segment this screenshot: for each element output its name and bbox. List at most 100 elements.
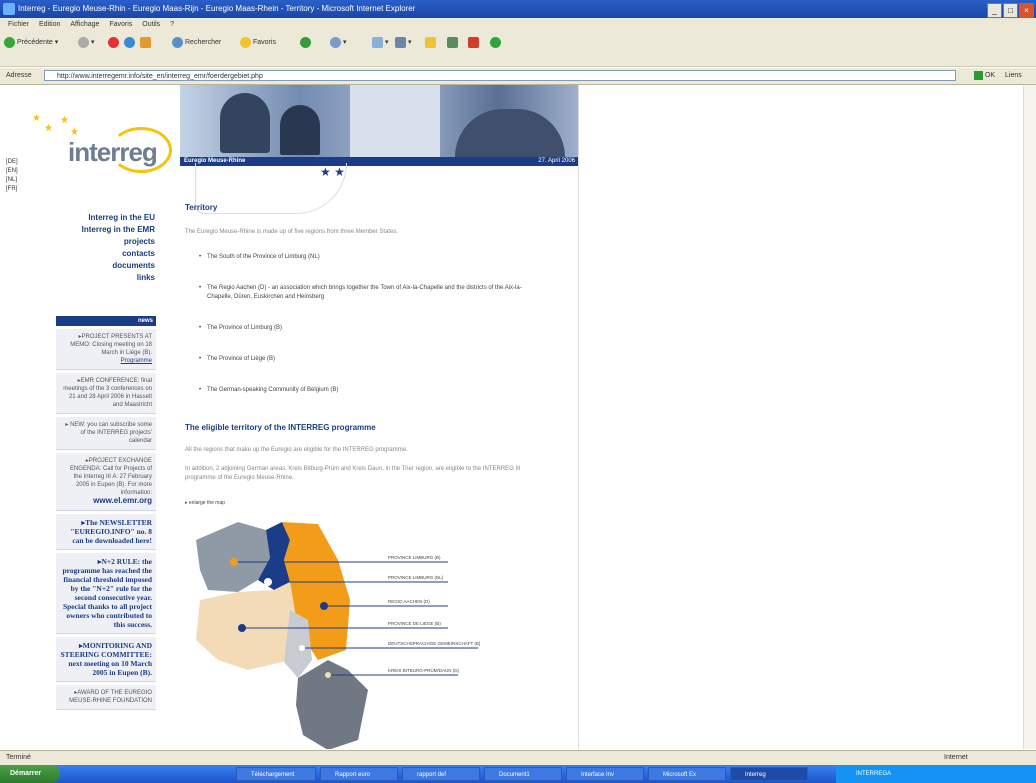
research-icon <box>468 36 479 48</box>
section-title: The eligible territory of the INTERREG p… <box>185 423 376 432</box>
messenger-button[interactable] <box>490 36 503 50</box>
print-button[interactable]: ▾ <box>395 36 412 50</box>
banner-photo-bridge <box>455 109 565 157</box>
ie-icon <box>3 3 15 15</box>
taskbar-item[interactable]: rapport def <box>402 767 480 781</box>
messenger-icon <box>490 36 501 48</box>
map-point <box>299 645 305 651</box>
news-item: ▸ NEW: you can subscribe some of the INT… <box>56 417 156 450</box>
menu-tools[interactable]: Outils <box>142 21 160 28</box>
back-arrow-icon <box>4 36 15 48</box>
favorites-button[interactable]: Favoris <box>240 36 276 50</box>
mail-button[interactable]: ▾ <box>372 36 389 50</box>
list-item: The German-speaking Community of Belgium… <box>199 386 525 395</box>
print-icon <box>395 36 406 48</box>
map-label: PROVINCE DE LIÈGE (B) <box>388 620 441 626</box>
news-link[interactable]: Programme <box>121 358 152 364</box>
home-button[interactable] <box>140 36 153 50</box>
vertical-scrollbar[interactable] <box>1023 85 1036 749</box>
map-label: PROVINCE LIMBURG (NL) <box>388 575 444 580</box>
news-header: news <box>56 316 156 326</box>
system-tray: INTERREGA <box>836 765 1036 783</box>
nav-projects[interactable]: projects <box>50 236 155 247</box>
refresh-button[interactable] <box>124 36 137 50</box>
minimize-button[interactable]: _ <box>987 3 1002 18</box>
nav-interreg-eu[interactable]: Interreg in the EU <box>50 212 155 223</box>
windows-taskbar: Démarrer Téléchargement Rapport euro rap… <box>0 765 1036 783</box>
map-label: DEUTSCHSPRACHIGE GEMEINSCHAFT (B) <box>388 641 481 646</box>
address-label: Adresse <box>6 72 32 79</box>
map-label: PROVINCE LIMBURG (B) <box>388 555 441 560</box>
stop-button[interactable] <box>108 36 121 50</box>
search-button[interactable]: Rechercher <box>172 36 221 50</box>
taskbar-item[interactable]: Téléchargement <box>236 767 316 781</box>
map-region-bitburg-daun <box>296 660 368 749</box>
news-link[interactable]: www.el.emr.org <box>93 496 152 505</box>
map-region-limburg-b <box>196 522 270 592</box>
list-item: The Province of Liège (B) <box>199 355 525 364</box>
map-point <box>325 672 331 678</box>
news-item-n2-rule: ▸N+2 RULE: the programme has reached the… <box>56 553 156 634</box>
status-text: Terminé <box>6 754 31 761</box>
menu-help[interactable]: ? <box>170 21 174 28</box>
menu-view[interactable]: Affichage <box>70 21 99 28</box>
lang-link-fr[interactable]: [FR] <box>6 185 18 194</box>
taskbar-item[interactable]: Interface Inv <box>566 767 644 781</box>
nav-interreg-emr[interactable]: Interreg in the EMR <box>50 224 155 235</box>
intro-text: The Euregio Meuse-Rhine is made up of fi… <box>185 229 399 235</box>
site-nav: Interreg in the EU Interreg in the EMR p… <box>50 212 155 284</box>
media-icon <box>300 36 311 48</box>
interreg-logo[interactable]: ★ ★ ★ ★ interreg <box>30 105 180 175</box>
back-button[interactable]: Précédente ▾ <box>4 36 58 50</box>
window-titlebar: Interreg - Euregio Meuse-Rhin - Euregio … <box>0 0 1036 18</box>
home-icon <box>140 36 151 48</box>
forward-button[interactable]: ▾ <box>78 36 95 50</box>
forward-arrow-icon <box>78 36 89 48</box>
history-button[interactable]: ▾ <box>330 36 347 50</box>
edit-icon <box>425 36 436 48</box>
language-selector: [DE] [EN] [NL] [FR] <box>6 158 18 194</box>
url-input[interactable]: http://www.interregemr.info/site_en/inte… <box>44 70 956 81</box>
zone-text: Internet <box>944 754 968 761</box>
nav-contacts[interactable]: contacts <box>50 248 155 259</box>
mail-icon <box>372 36 383 48</box>
map-label: KREIS BITBURG-PRÜM/DAUN (D) <box>388 667 460 673</box>
taskbar-item[interactable]: Document1 <box>484 767 562 781</box>
media-button[interactable] <box>300 36 313 50</box>
history-icon <box>330 36 341 48</box>
taskbar-item[interactable]: Rapport euro <box>320 767 398 781</box>
logo-star-icon: ★ <box>32 113 41 124</box>
refresh-icon <box>124 36 135 48</box>
taskbar-item[interactable]: Microsoft Ex <box>648 767 726 781</box>
taskbar-item-active[interactable]: Interreg <box>730 767 808 781</box>
links-button[interactable]: Liens <box>1005 72 1022 79</box>
lang-link-de[interactable]: [DE] <box>6 158 18 167</box>
lang-link-nl[interactable]: [NL] <box>6 176 18 185</box>
discuss-button[interactable] <box>447 36 460 50</box>
menu-file[interactable]: Fichier <box>8 21 29 28</box>
nav-links[interactable]: links <box>50 272 155 283</box>
paragraph: In addition, 2 adjoining German areas, K… <box>185 466 521 481</box>
maximize-button[interactable]: □ <box>1003 3 1018 18</box>
logo-text: interreg <box>68 137 158 167</box>
stop-icon <box>108 36 119 48</box>
lang-link-en[interactable]: [EN] <box>6 167 18 176</box>
close-button[interactable]: × <box>1019 3 1034 18</box>
map-label: REGIO AACHEN (D) <box>388 599 430 604</box>
logo-star-icon: ★ <box>60 115 69 126</box>
list-item: The South of the Province of Limburg (NL… <box>199 253 525 262</box>
logo-star-icon: ★ <box>44 123 53 134</box>
main-content: Territory The Euregio Meuse-Rhine is mad… <box>185 203 525 493</box>
nav-documents[interactable]: documents <box>50 260 155 271</box>
news-item: ▸PROJECT EXCHANGE ENGENDA: Call for Proj… <box>56 453 156 511</box>
edit-button[interactable] <box>425 36 438 50</box>
menu-favorites[interactable]: Favoris <box>109 21 132 28</box>
go-button[interactable]: OK Liens <box>974 70 1022 82</box>
research-button[interactable] <box>468 36 481 50</box>
news-item-newsletter[interactable]: ▸The NEWSLETTER "EUREGIO.INFO" no. 8 can… <box>56 514 156 550</box>
list-item: The Province of Limburg (B) <box>199 324 525 333</box>
euregio-map[interactable]: PROVINCE LIMBURG (B) PROVINCE LIMBURG (N… <box>178 510 518 749</box>
enlarge-map-link[interactable]: ▸ enlarge the map <box>185 500 225 506</box>
menu-edit[interactable]: Edition <box>39 21 60 28</box>
start-button[interactable]: Démarrer <box>0 765 60 783</box>
